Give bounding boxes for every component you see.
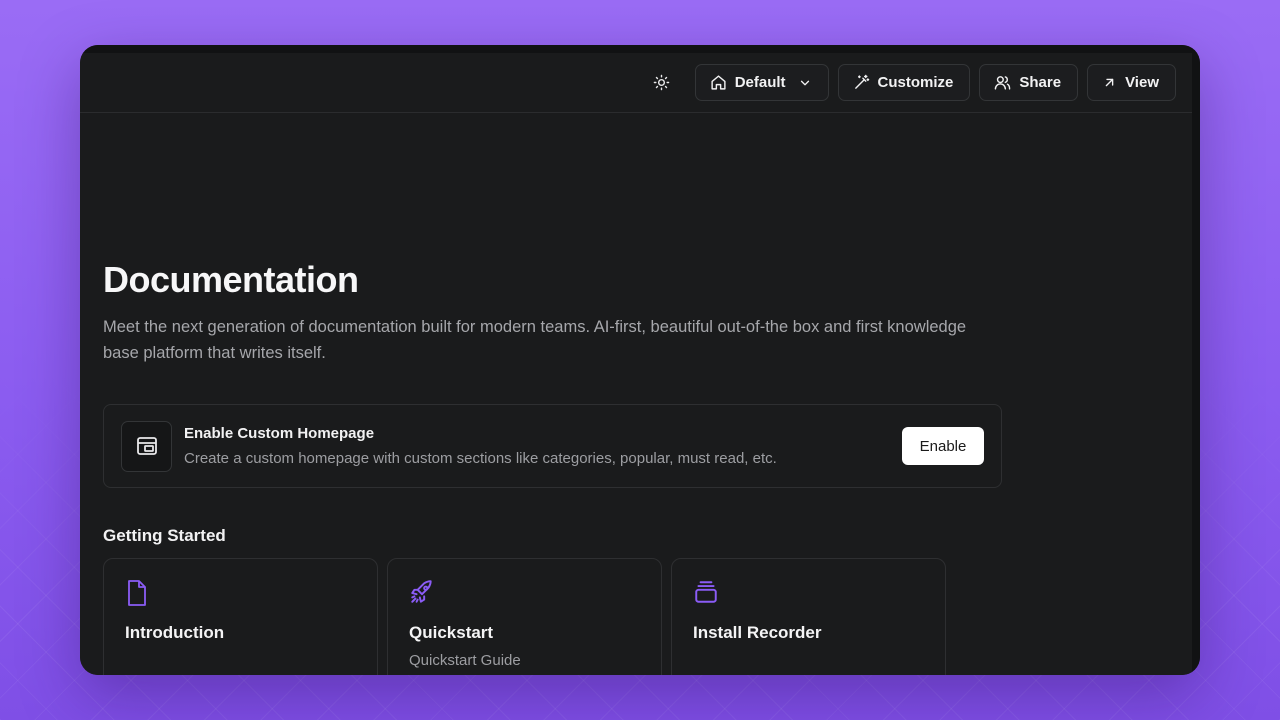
banner-description: Create a custom homepage with custom sec… [184, 449, 777, 467]
view-button[interactable]: View [1087, 64, 1176, 101]
home-icon [711, 75, 726, 90]
card-title: Introduction [125, 623, 225, 642]
main-panel: Default Customize Share View Documentati… [80, 53, 1192, 675]
card-quickstart[interactable]: Quickstart Quickstart Guide [387, 558, 662, 675]
share-button[interactable]: Share [979, 64, 1079, 101]
page-description: Meet the next generation of documentatio… [103, 318, 967, 362]
chevron-down-icon [800, 80, 809, 85]
layout-icon [136, 437, 157, 455]
page-title: Documentation [103, 259, 359, 300]
view-label: View [1125, 74, 1159, 91]
theme-toggle-button[interactable] [644, 65, 680, 101]
app-window: Default Customize Share View Documentati… [80, 45, 1200, 675]
sun-icon [653, 74, 670, 91]
card-install-recorder[interactable]: Install Recorder [671, 558, 946, 675]
card-title: Quickstart [409, 623, 494, 642]
custom-homepage-banner: Enable Custom Homepage Create a custom h… [103, 404, 1002, 488]
page-content: Documentation Meet the next generation o… [103, 258, 1003, 675]
arrow-up-right-icon [1105, 78, 1114, 87]
scrollbar-track[interactable] [1192, 45, 1200, 675]
banner-text: Enable Custom Homepage Create a custom h… [184, 424, 902, 469]
card-introduction[interactable]: Introduction [103, 558, 378, 675]
default-label: Default [734, 74, 786, 91]
card-title: Install Recorder [693, 623, 822, 642]
banner-title: Enable Custom Homepage [184, 424, 375, 442]
default-dropdown[interactable]: Default [694, 64, 829, 101]
top-toolbar: Default Customize Share View [80, 53, 1192, 113]
banner-icon-box [121, 420, 172, 472]
stack-icon [695, 581, 717, 603]
document-icon [128, 580, 146, 606]
customize-button[interactable]: Customize [837, 64, 971, 101]
getting-started-cards: Introduction Quickstart Quickstart Guide [103, 558, 1003, 675]
users-icon [995, 76, 1011, 90]
customize-label: Customize [877, 74, 954, 91]
card-subtitle: Quickstart Guide [409, 652, 521, 669]
rocket-icon [411, 580, 432, 603]
getting-started-heading: Getting Started [103, 526, 226, 545]
magic-wand-icon [854, 74, 869, 89]
enable-button[interactable]: Enable [902, 427, 984, 465]
share-label: Share [1019, 74, 1062, 91]
